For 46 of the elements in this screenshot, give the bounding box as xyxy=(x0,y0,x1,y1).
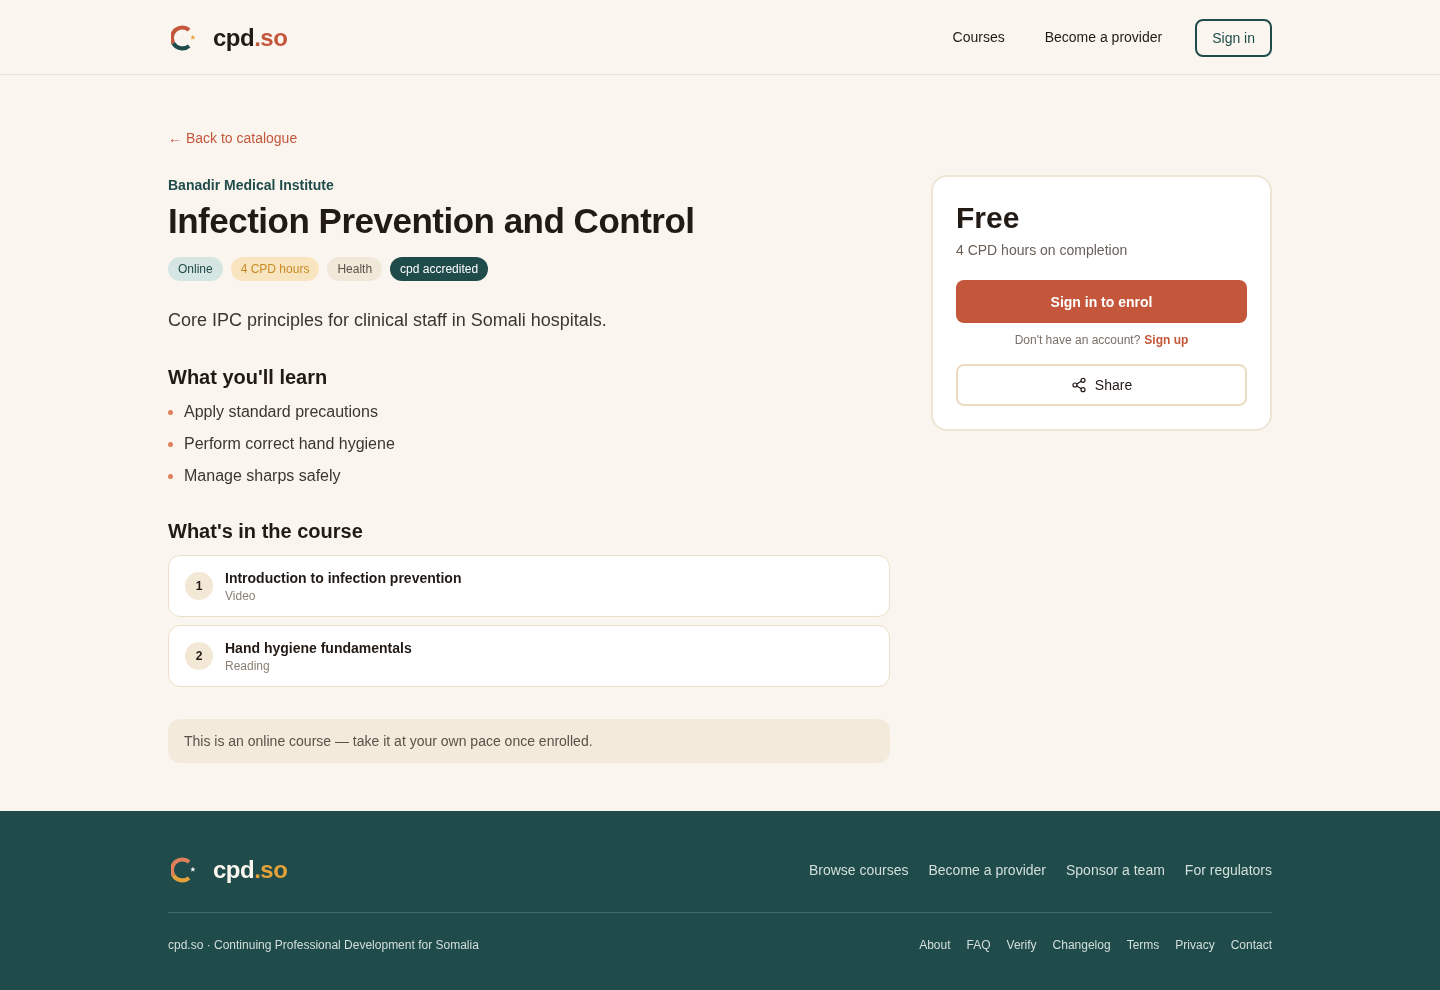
logo-icon xyxy=(171,24,197,51)
logo-icon xyxy=(171,857,197,883)
sign-in-button[interactable]: Sign in xyxy=(1195,18,1272,57)
learning-outcome: Perform correct hand hygiene xyxy=(184,434,395,454)
footer-legal-link[interactable]: Terms xyxy=(1126,937,1160,953)
share-icon xyxy=(1070,377,1087,393)
course-tag: 4 CPD hours xyxy=(230,257,320,281)
footer-link[interactable]: Sponsor a team xyxy=(1066,860,1165,880)
enrol-button[interactable]: Sign in to enrol xyxy=(956,280,1247,323)
signup-prompt: Don't have an account? xyxy=(1014,332,1141,348)
nav-link[interactable]: Courses xyxy=(952,27,1005,47)
footer-legal-link[interactable]: Privacy xyxy=(1175,937,1215,953)
course-tag: Health xyxy=(327,257,383,281)
back-link[interactable]: ← Back to catalogue xyxy=(168,128,298,148)
provider-name: Banadir Medical Institute xyxy=(168,176,335,195)
footer-link[interactable]: Browse courses xyxy=(808,860,909,880)
price: Free xyxy=(956,200,1021,236)
footer-legal-link[interactable]: FAQ xyxy=(966,937,991,953)
footer-legal-link[interactable]: Verify xyxy=(1006,937,1037,953)
course-title: Infection Prevention and Control xyxy=(168,200,696,242)
module-type: Video xyxy=(225,588,257,604)
learning-outcome: Manage sharps safely xyxy=(184,466,341,486)
brand-name[interactable]: cpd.so xyxy=(213,21,288,54)
footer-tagline: cpd.so · Continuing Professional Development for Somalia xyxy=(168,937,479,953)
footer-link[interactable]: For regulators xyxy=(1184,860,1272,880)
share-button[interactable]: Share xyxy=(956,364,1247,406)
course-tag: Online xyxy=(168,257,223,281)
module-type: Reading xyxy=(225,658,271,674)
price-subtitle: 4 CPD hours on completion xyxy=(956,241,1129,260)
footer-legal-link[interactable]: About xyxy=(919,937,951,953)
module-title: Introduction to infection prevention xyxy=(225,569,462,588)
brand-name[interactable]: cpd.so xyxy=(213,854,288,886)
section-heading: What you'll learn xyxy=(168,365,329,390)
course-tag: cpd accredited xyxy=(390,257,489,281)
step-number: 1 xyxy=(185,572,213,600)
footer-link[interactable]: Become a provider xyxy=(928,860,1046,880)
nav-link[interactable]: Become a provider xyxy=(1044,27,1163,47)
footer-legal-link[interactable]: Changelog xyxy=(1052,937,1111,953)
learning-outcome: Apply standard precautions xyxy=(184,402,378,422)
signup-link[interactable]: Sign up xyxy=(1144,332,1189,348)
module-title: Hand hygiene fundamentals xyxy=(225,639,412,658)
course-description: Core IPC principles for clinical staff in Somali hospitals. xyxy=(168,309,608,332)
notice-banner: This is an online course — take it at your own pace once enrolled. xyxy=(168,719,890,763)
step-number: 2 xyxy=(185,642,213,670)
footer-legal-link[interactable]: Contact xyxy=(1230,937,1272,953)
section-heading: What's in the course xyxy=(168,519,364,544)
